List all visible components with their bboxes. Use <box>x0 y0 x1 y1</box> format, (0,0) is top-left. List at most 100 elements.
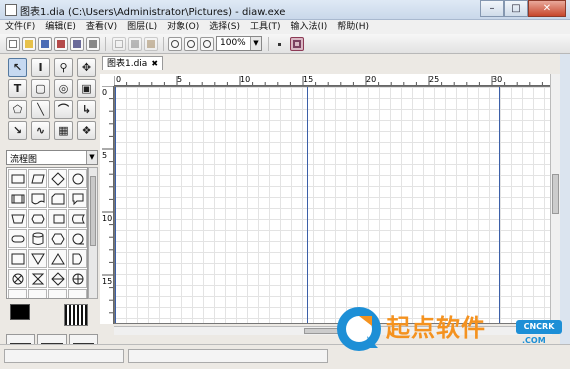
zoom-combo[interactable]: 100% ▼ <box>216 36 262 51</box>
shape-palette <box>6 167 88 299</box>
ruler-label: 10 <box>102 214 112 223</box>
punched-tape-icon[interactable] <box>48 209 67 228</box>
terminal-shape-icon[interactable] <box>8 229 27 248</box>
comment-shape-icon[interactable] <box>68 189 87 208</box>
page-boundary <box>499 87 500 323</box>
or-shape-icon[interactable] <box>68 269 87 288</box>
ruler-label: 10 <box>240 75 250 84</box>
zoom-in-icon[interactable] <box>168 37 182 51</box>
snap-grid-icon[interactable] <box>272 37 286 51</box>
pointer-tool[interactable]: ↖ <box>8 58 27 77</box>
open-icon[interactable] <box>22 37 36 51</box>
arc-tool[interactable]: ⌒ <box>54 100 73 119</box>
new-icon[interactable] <box>6 37 20 51</box>
zoom-fit-icon[interactable] <box>184 37 198 51</box>
sheet-selector[interactable]: 流程图 ▼ <box>6 150 98 165</box>
process-shape-icon[interactable] <box>8 169 27 188</box>
outline-tool[interactable]: ❖ <box>77 121 96 140</box>
ellipse-tool[interactable]: ◎ <box>54 79 73 98</box>
window-title: 图表1.dia (C:\Users\Administrator\Pictures… <box>20 7 286 18</box>
zigzag-tool[interactable]: ↳ <box>77 100 96 119</box>
polyline-tool[interactable]: ↘ <box>8 121 27 140</box>
status-field <box>4 349 124 363</box>
manual-operation-icon[interactable] <box>8 209 27 228</box>
sheet-selected: 流程图 <box>10 155 38 165</box>
more-shape-icon[interactable] <box>48 289 67 298</box>
extract-shape-icon[interactable] <box>48 249 67 268</box>
offpage-connector-icon[interactable] <box>8 249 27 268</box>
vertical-ruler: 0 5 10 15 <box>100 86 114 324</box>
polygon-tool[interactable]: ▣ <box>77 79 96 98</box>
bezierline-tool[interactable]: ∿ <box>31 121 50 140</box>
scroll-tool[interactable]: ✥ <box>77 58 96 77</box>
paste-icon[interactable] <box>144 37 158 51</box>
menu-help[interactable]: 帮助(H) <box>332 20 374 34</box>
card-shape-icon[interactable] <box>48 189 67 208</box>
save-as-icon[interactable] <box>54 37 68 51</box>
vertical-scrollbar[interactable] <box>550 74 560 324</box>
copy-icon[interactable] <box>112 37 126 51</box>
magnetic-disk-icon[interactable] <box>28 229 47 248</box>
beziergon-tool[interactable]: ⬠ <box>8 100 27 119</box>
more-shape-icon[interactable] <box>8 289 27 298</box>
print-icon[interactable] <box>86 37 100 51</box>
summing-junction-icon[interactable] <box>8 269 27 288</box>
app-icon[interactable] <box>5 4 17 16</box>
tab-label: 图表1.dia <box>107 59 148 69</box>
ruler-label: 25 <box>429 75 439 84</box>
menu-object[interactable]: 对象(O) <box>162 20 204 34</box>
data-shape-icon[interactable] <box>28 169 47 188</box>
image-tool[interactable]: ▦ <box>54 121 73 140</box>
chevron-down-icon[interactable]: ▼ <box>86 151 97 164</box>
stored-data-icon[interactable] <box>68 209 87 228</box>
ruler-label: 5 <box>102 151 107 160</box>
line-width-icon[interactable] <box>64 304 88 326</box>
more-shape-icon[interactable] <box>28 289 47 298</box>
watermark-domain: .COM <box>522 336 546 345</box>
maximize-button[interactable]: □ <box>504 0 528 17</box>
drawing-canvas[interactable] <box>114 86 552 324</box>
menu-layer[interactable]: 图层(L) <box>122 20 162 34</box>
zoom-out-icon[interactable] <box>200 37 214 51</box>
watermark-badge: CNCRK <box>516 320 562 334</box>
ruler-label: 0 <box>102 88 107 97</box>
collate-shape-icon[interactable] <box>28 269 47 288</box>
preparation-shape-icon[interactable] <box>28 209 47 228</box>
menu-file[interactable]: 文件(F) <box>0 20 40 34</box>
minimize-button[interactable]: – <box>480 0 504 17</box>
title-bar: 图表1.dia (C:\Users\Administrator\Pictures… <box>0 0 570 20</box>
export-icon[interactable] <box>70 37 84 51</box>
menu-view[interactable]: 查看(V) <box>81 20 122 34</box>
cut-icon[interactable] <box>128 37 142 51</box>
menu-input[interactable]: 输入法(I) <box>286 20 333 34</box>
more-shape-icon[interactable] <box>68 289 87 298</box>
ruler-label: 15 <box>102 277 112 286</box>
magnify-tool[interactable]: ⚲ <box>54 58 73 77</box>
save-icon[interactable] <box>38 37 52 51</box>
decision-shape-icon[interactable] <box>48 169 67 188</box>
text-cursor-tool[interactable]: I <box>31 58 50 77</box>
chevron-down-icon[interactable]: ▼ <box>250 37 261 50</box>
menu-select[interactable]: 选择(S) <box>204 20 245 34</box>
close-button[interactable]: ✕ <box>528 0 566 17</box>
main-toolbar: 100% ▼ <box>0 34 570 54</box>
hexagon-shape-icon[interactable] <box>48 229 67 248</box>
page-break-icon[interactable] <box>290 37 304 51</box>
ruler-label: 20 <box>366 75 376 84</box>
palette-scrollbar[interactable] <box>88 167 98 299</box>
menu-tools[interactable]: 工具(T) <box>245 20 286 34</box>
foreground-color-swatch[interactable] <box>10 304 30 320</box>
connector-shape-icon[interactable] <box>68 169 87 188</box>
document-shape-icon[interactable] <box>28 189 47 208</box>
close-tab-icon[interactable]: ✖ <box>151 59 158 68</box>
tab-diagram[interactable]: 图表1.dia ✖ <box>102 56 164 70</box>
sequential-data-icon[interactable] <box>68 229 87 248</box>
delay-shape-icon[interactable] <box>68 249 87 268</box>
sort-shape-icon[interactable] <box>48 269 67 288</box>
menu-edit[interactable]: 编辑(E) <box>40 20 81 34</box>
line-tool[interactable]: ╲ <box>31 100 50 119</box>
box-tool[interactable]: ▢ <box>31 79 50 98</box>
text-tool[interactable]: T <box>8 79 27 98</box>
merge-shape-icon[interactable] <box>28 249 47 268</box>
predefined-process-icon[interactable] <box>8 189 27 208</box>
